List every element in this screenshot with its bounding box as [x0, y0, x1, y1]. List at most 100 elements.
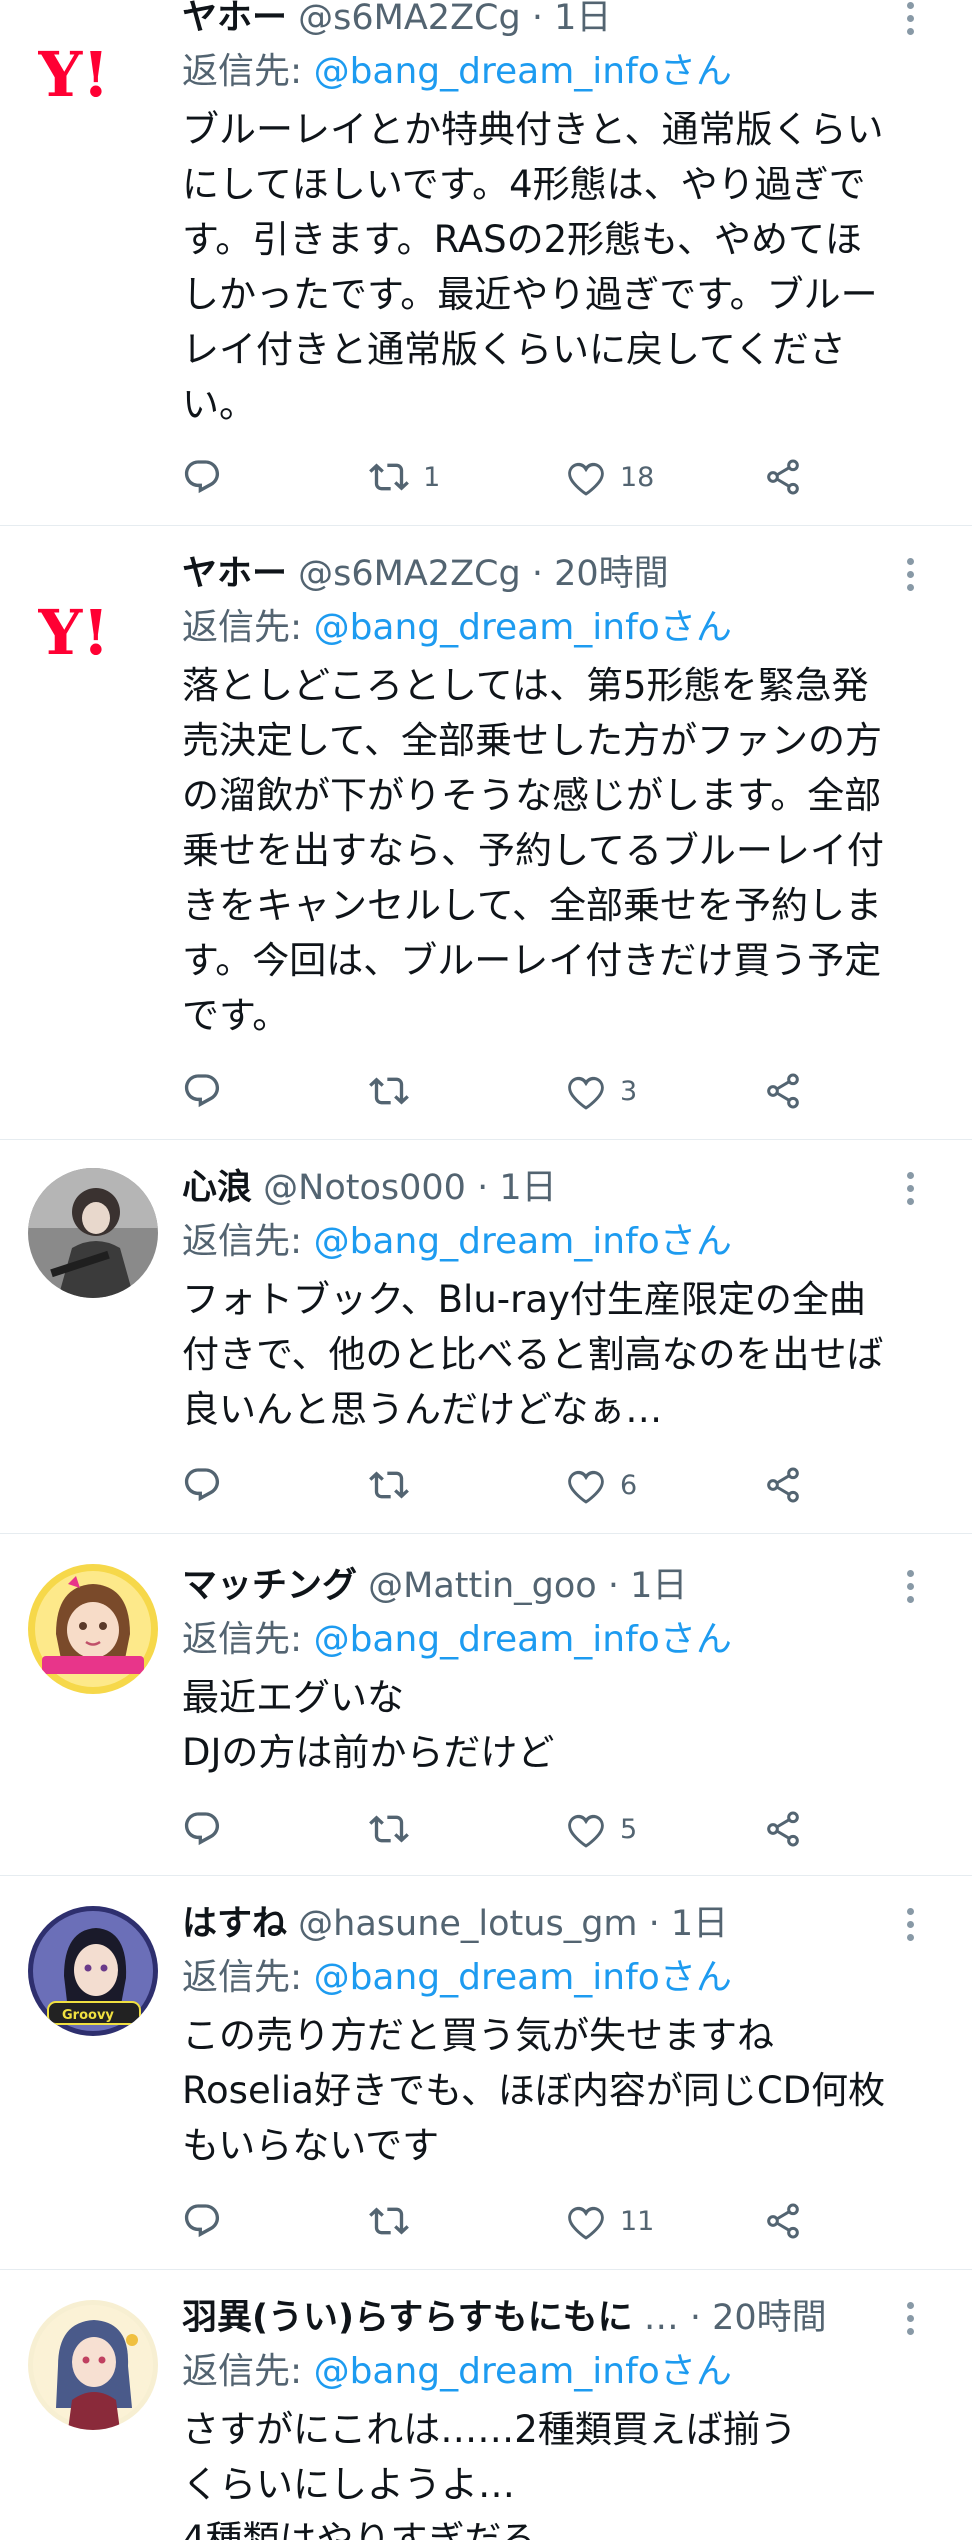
reply-to-mention[interactable]: @bang_dream_infoさん: [314, 1619, 732, 1660]
tweet-header: 羽異(うい)らすらすもにもに … · 20時間: [182, 2294, 928, 2342]
like-button[interactable]: 18: [566, 452, 763, 502]
avatar[interactable]: [28, 1564, 158, 1694]
tweet-text: この売り方だと買う気が失せますね Roselia好きでも、ほぼ内容が同じCD何枚…: [182, 2014, 886, 2167]
like-button[interactable]: 6: [566, 1460, 763, 1510]
tweet-feed: Y! ヤホー @s6MA2ZCg · 1日 返信先: @bang_dream_i…: [0, 0, 972, 2540]
display-name[interactable]: 羽異(うい)らすらすもにもに: [182, 2298, 633, 2338]
reply-icon: [184, 460, 220, 494]
retweet-button[interactable]: 1: [369, 452, 566, 502]
reply-to-mention[interactable]: @bang_dream_infoさん: [314, 51, 732, 92]
reply-to-label: 返信先:: [182, 1221, 314, 1262]
display-name[interactable]: ヤホー: [182, 554, 287, 594]
tweet-text: ブルーレイとか特典付きと、通常版くらい にしてほしいです。4形態は、やり過ぎで …: [182, 108, 884, 426]
timestamp[interactable]: 1日: [554, 0, 611, 38]
timestamp[interactable]: 1日: [630, 1566, 687, 1606]
reply-to: 返信先: @bang_dream_infoさん: [182, 46, 928, 98]
retweet-button[interactable]: [369, 1066, 566, 1116]
reply-to: 返信先: @bang_dream_infoさん: [182, 2346, 928, 2398]
yahoo-logo-icon: Y!: [38, 38, 109, 108]
like-icon: [568, 462, 604, 496]
tweet[interactable]: 羽異(うい)らすらすもにもに … · 20時間 返信先: @bang_dream…: [0, 2270, 972, 2540]
avatar-image: [28, 1168, 158, 1298]
tweet[interactable]: Groovy はすね @hasune_lotus_gm · 1日 返信先: @b…: [0, 1876, 972, 2270]
handle[interactable]: @Mattin_goo: [368, 1566, 597, 1606]
reply-to-label: 返信先:: [182, 607, 314, 648]
like-button[interactable]: 11: [566, 2196, 763, 2246]
action-bar: 5: [182, 1804, 822, 1854]
separator: ·: [596, 1566, 631, 1606]
timestamp[interactable]: 1日: [671, 1904, 728, 1944]
reply-to-mention[interactable]: @bang_dream_infoさん: [314, 1221, 732, 1262]
retweet-icon: [369, 1815, 409, 1843]
like-button[interactable]: 5: [566, 1804, 763, 1854]
handle[interactable]: @s6MA2ZCg: [298, 554, 521, 594]
retweet-button[interactable]: [369, 1804, 566, 1854]
action-bar: 3: [182, 1066, 822, 1116]
yahoo-logo-avatar[interactable]: Y!: [38, 38, 148, 108]
tweet-header: マッチング @Mattin_goo · 1日: [182, 1562, 928, 1610]
display-name[interactable]: はすね: [182, 1904, 287, 1944]
retweet-button[interactable]: [369, 1460, 566, 1510]
reply-to-mention[interactable]: @bang_dream_infoさん: [314, 1957, 732, 1998]
yahoo-logo-avatar[interactable]: Y!: [38, 596, 148, 666]
like-count: 6: [620, 1469, 638, 1501]
svg-text:Groovy: Groovy: [62, 2008, 114, 2023]
share-button[interactable]: [763, 1804, 822, 1854]
timestamp[interactable]: 1日: [499, 1168, 556, 1208]
separator: ·: [520, 0, 555, 38]
tweet-text: 最近エグいな DJの方は前からだけど: [182, 1676, 555, 1774]
reply-button[interactable]: [182, 2196, 369, 2246]
separator: ·: [465, 1168, 500, 1208]
like-button[interactable]: 3: [566, 1066, 763, 1116]
tweet[interactable]: Y! ヤホー @s6MA2ZCg · 20時間 返信先: @bang_dream…: [0, 526, 972, 1140]
reply-to-label: 返信先:: [182, 51, 314, 92]
tweet[interactable]: 心浪 @Notos000 · 1日 返信先: @bang_dream_infoさ…: [0, 1140, 972, 1534]
action-bar: 1 18: [182, 452, 822, 502]
avatar[interactable]: [28, 2300, 158, 2430]
timestamp[interactable]: 20時間: [712, 2298, 827, 2338]
like-icon: [568, 1814, 604, 1848]
avatar-image: [28, 2300, 158, 2430]
share-button[interactable]: [763, 1066, 822, 1116]
reply-to-label: 返信先:: [182, 1957, 314, 1998]
share-button[interactable]: [763, 452, 822, 502]
retweet-icon: [369, 463, 409, 491]
avatar[interactable]: Groovy: [28, 1906, 158, 2036]
display-name[interactable]: 心浪: [182, 1168, 252, 1208]
handle[interactable]: @hasune_lotus_gm: [298, 1904, 637, 1944]
tweet-header: はすね @hasune_lotus_gm · 1日: [182, 1900, 928, 1948]
reply-button[interactable]: [182, 1804, 369, 1854]
retweet-icon: [369, 2207, 409, 2235]
reply-to-label: 返信先:: [182, 2351, 314, 2392]
display-name[interactable]: マッチング: [182, 1566, 357, 1606]
svg-text:Y!: Y!: [38, 596, 109, 666]
reply-to-mention[interactable]: @bang_dream_infoさん: [314, 607, 732, 648]
handle[interactable]: …: [644, 2298, 679, 2338]
reply-to: 返信先: @bang_dream_infoさん: [182, 602, 928, 654]
tweet[interactable]: マッチング @Mattin_goo · 1日 返信先: @bang_dream_…: [0, 1534, 972, 1876]
svg-text:Y!: Y!: [38, 38, 109, 108]
share-button[interactable]: [763, 1460, 822, 1510]
avatar[interactable]: [28, 1168, 158, 1298]
like-count: 3: [620, 1075, 638, 1107]
reply-button[interactable]: [182, 1460, 369, 1510]
reply-to-mention[interactable]: @bang_dream_infoさん: [314, 2351, 732, 2392]
tweet-header: 心浪 @Notos000 · 1日: [182, 1164, 928, 1212]
tweet[interactable]: Y! ヤホー @s6MA2ZCg · 1日 返信先: @bang_dream_i…: [0, 0, 972, 526]
reply-button[interactable]: [182, 1066, 369, 1116]
display-name[interactable]: ヤホー: [182, 0, 287, 38]
avatar-image: [28, 1564, 158, 1694]
retweet-button[interactable]: [369, 2196, 566, 2246]
separator: ·: [520, 554, 555, 594]
share-button[interactable]: [763, 2196, 822, 2246]
separator: ·: [678, 2298, 713, 2338]
tweet-text: さすがにこれは……2種類買えば揃う くらいにしようよ… 4種類はやりすぎだろ: [182, 2408, 797, 2540]
avatar-image: Groovy: [28, 1906, 158, 2036]
reply-button[interactable]: [182, 452, 369, 502]
timestamp[interactable]: 20時間: [554, 554, 669, 594]
share-icon: [767, 459, 799, 495]
retweet-icon: [369, 1077, 409, 1105]
like-icon: [568, 1076, 604, 1110]
handle[interactable]: @Notos000: [263, 1168, 466, 1208]
handle[interactable]: @s6MA2ZCg: [298, 0, 521, 38]
